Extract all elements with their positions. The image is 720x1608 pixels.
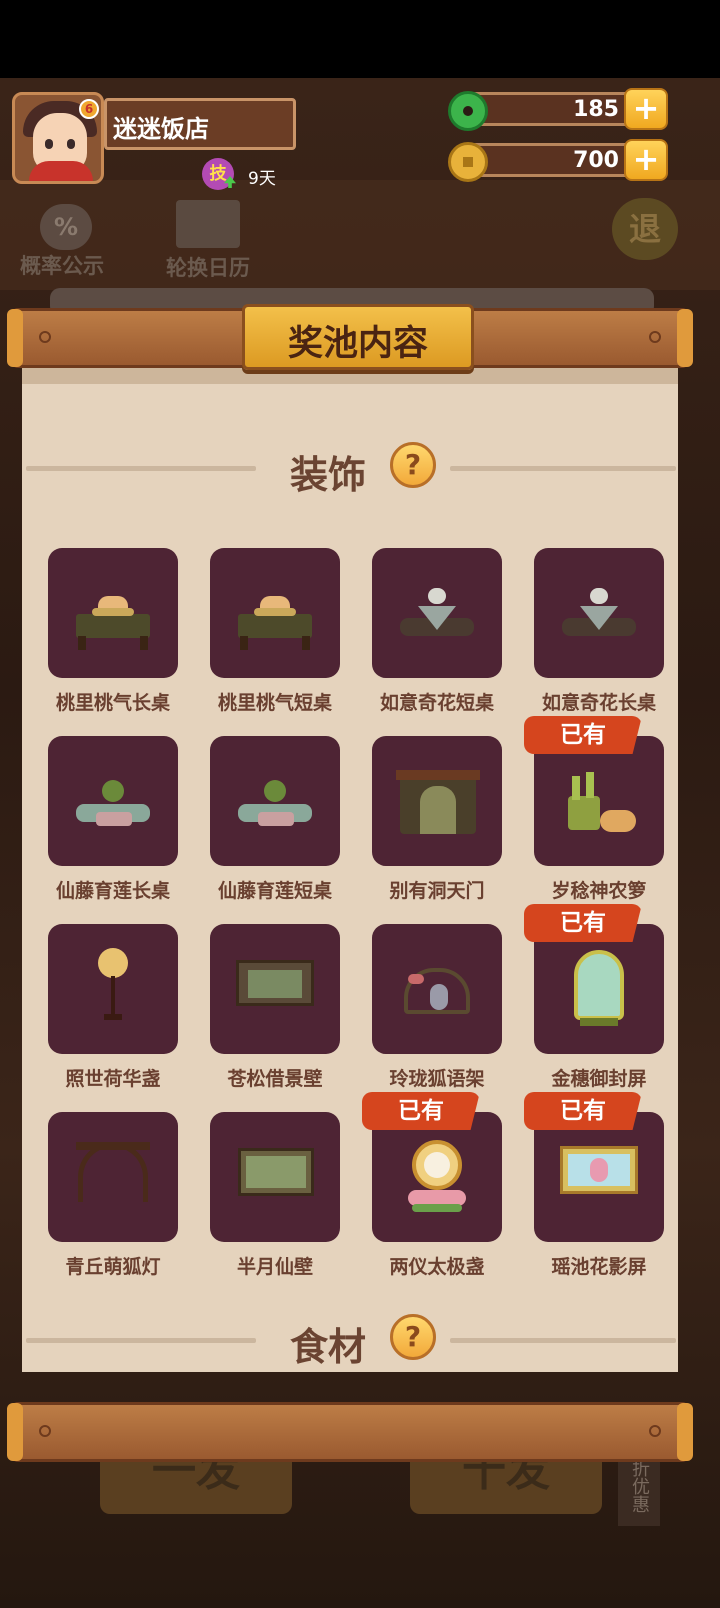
modal-title: 奖池内容 (287, 324, 428, 364)
help-icon[interactable]: ? (390, 1314, 436, 1360)
item-tile (372, 548, 502, 678)
prize-item[interactable]: 玲珑狐语架 (372, 924, 502, 1114)
item-name: 照世荷华盏 (65, 1068, 161, 1090)
item-name: 别有洞天门 (389, 880, 485, 902)
prize-item[interactable]: 青丘萌狐灯 (48, 1112, 178, 1302)
coin-icon (448, 142, 488, 182)
add-coin-button[interactable]: + (624, 139, 668, 181)
prize-item[interactable]: 仙藤育莲短桌 (210, 736, 340, 926)
calendar-label: 轮换日历 (166, 256, 250, 280)
prize-item[interactable]: 如意奇花短桌 (372, 548, 502, 738)
section-title: 食材 (290, 1325, 367, 1369)
status-bar (0, 0, 720, 78)
scroll-bottom-rod (7, 1402, 693, 1462)
item-tile (210, 924, 340, 1054)
prize-item[interactable]: 如意奇花长桌 (534, 548, 664, 738)
rate-icon: % (40, 204, 92, 250)
item-name: 两仪太极盏 (389, 1256, 485, 1278)
section-divider (26, 466, 256, 471)
rod-end (677, 1403, 693, 1461)
calendar-icon (176, 200, 240, 248)
item-name: 仙藤育莲短桌 (217, 880, 332, 902)
item-tile (372, 736, 502, 866)
item-tile (48, 548, 178, 678)
item-tile (534, 1112, 664, 1242)
owned-badge: 已有 (524, 904, 642, 942)
item-name: 如意奇花长桌 (541, 692, 656, 714)
item-name: 桃里桃气短桌 (217, 692, 332, 714)
days-count: 9天 (248, 169, 276, 189)
owned-badge: 已有 (524, 716, 642, 754)
item-tile (210, 1112, 340, 1242)
item-tile (372, 1112, 502, 1242)
avatar-eye (67, 139, 75, 149)
section-title: 装饰 (290, 453, 367, 497)
exit-button: 退 (612, 198, 678, 260)
item-tile (372, 924, 502, 1054)
item-name: 如意奇花短桌 (379, 692, 494, 714)
section-divider (26, 1338, 256, 1343)
owned-badge: 已有 (524, 1092, 642, 1130)
item-name: 青丘萌狐灯 (65, 1256, 161, 1278)
prize-item[interactable]: 别有洞天门 (372, 736, 502, 926)
shop-name-box[interactable]: 迷迷饭店 (104, 98, 296, 150)
jade-count: 185 (573, 97, 619, 122)
rod-end (677, 309, 693, 367)
item-name: 桃里桃气长桌 (55, 692, 170, 714)
section-header-decoration: 装饰 ? (22, 442, 678, 497)
section-divider (450, 1338, 676, 1343)
prize-item[interactable]: 已有 金穗御封屏 (524, 904, 664, 1114)
prize-item[interactable]: 桃里桃气短桌 (210, 548, 340, 738)
rod-nail (649, 1425, 661, 1437)
avatar-body (29, 161, 93, 181)
prize-item[interactable]: 半月仙壁 (210, 1112, 340, 1302)
item-tile (534, 736, 664, 866)
item-name: 岁稔神农箩 (551, 880, 647, 902)
item-name: 仙藤育莲长桌 (55, 880, 170, 902)
prize-item[interactable]: 桃里桃气长桌 (48, 548, 178, 738)
coin-count: 700 (573, 148, 619, 173)
section-header-ingredients: 食材 ? (22, 1314, 678, 1369)
item-name: 金穗御封屏 (551, 1068, 647, 1090)
help-icon[interactable]: ? (390, 442, 436, 488)
item-tile (210, 548, 340, 678)
rod-nail (39, 1425, 51, 1437)
item-tile (48, 736, 178, 866)
section-divider (450, 466, 676, 471)
prize-item[interactable]: 照世荷华盏 (48, 924, 178, 1114)
shop-name: 迷迷饭店 (113, 115, 209, 143)
owned-badge: 已有 (362, 1092, 480, 1130)
item-name: 玲珑狐语架 (389, 1068, 485, 1090)
item-tile (534, 548, 664, 678)
jade-icon (448, 91, 488, 131)
item-tile (534, 924, 664, 1054)
rate-label: 概率公示 (20, 254, 104, 278)
coin-bar: 700 (468, 143, 636, 177)
item-name: 瑶池花影屏 (551, 1256, 647, 1278)
rod-nail (39, 331, 51, 343)
prize-item[interactable]: 已有 岁稔神农箩 (524, 716, 664, 926)
add-jade-button[interactable]: + (624, 88, 668, 130)
item-name: 苍松借景壁 (227, 1068, 323, 1090)
item-name: 半月仙壁 (236, 1256, 313, 1278)
avatar-level-badge: 6 (79, 99, 99, 119)
rod-nail (649, 331, 661, 343)
player-avatar[interactable]: 6 (12, 92, 104, 184)
item-tile (210, 736, 340, 866)
avatar-eye (45, 139, 53, 149)
item-tile (48, 1112, 178, 1242)
rod-end (7, 1403, 23, 1461)
modal-title-plate: 奖池内容 (242, 304, 474, 370)
prize-item[interactable]: 已有 两仪太极盏 (362, 1092, 502, 1302)
prize-item[interactable]: 仙藤育莲长桌 (48, 736, 178, 926)
prize-item[interactable]: 已有 瑶池花影屏 (524, 1092, 664, 1302)
item-tile (48, 924, 178, 1054)
prize-item[interactable]: 苍松借景壁 (210, 924, 340, 1114)
jade-bar: 185 (468, 92, 636, 126)
rod-end (7, 309, 23, 367)
